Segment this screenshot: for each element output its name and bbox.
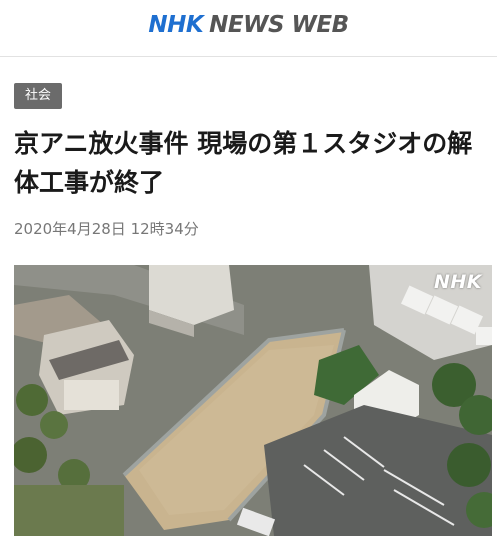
aerial-photo-image — [14, 265, 492, 536]
category-badge[interactable]: 社会 — [14, 83, 62, 109]
site-header: NHK NEWS WEB — [0, 0, 497, 57]
article-photo: NHK — [14, 265, 492, 536]
nhk-watermark: NHK — [433, 271, 482, 293]
logo-nhk: NHK — [148, 12, 204, 38]
article-title: 京アニ放火事件 現場の第１スタジオの解体工事が終了 — [14, 129, 473, 197]
article-datetime: 2020年4月28日 12時34分 — [14, 220, 199, 238]
nhk-news-web-logo[interactable]: NHK NEWS WEB — [0, 12, 497, 38]
logo-news-web: NEWS WEB — [209, 12, 349, 38]
